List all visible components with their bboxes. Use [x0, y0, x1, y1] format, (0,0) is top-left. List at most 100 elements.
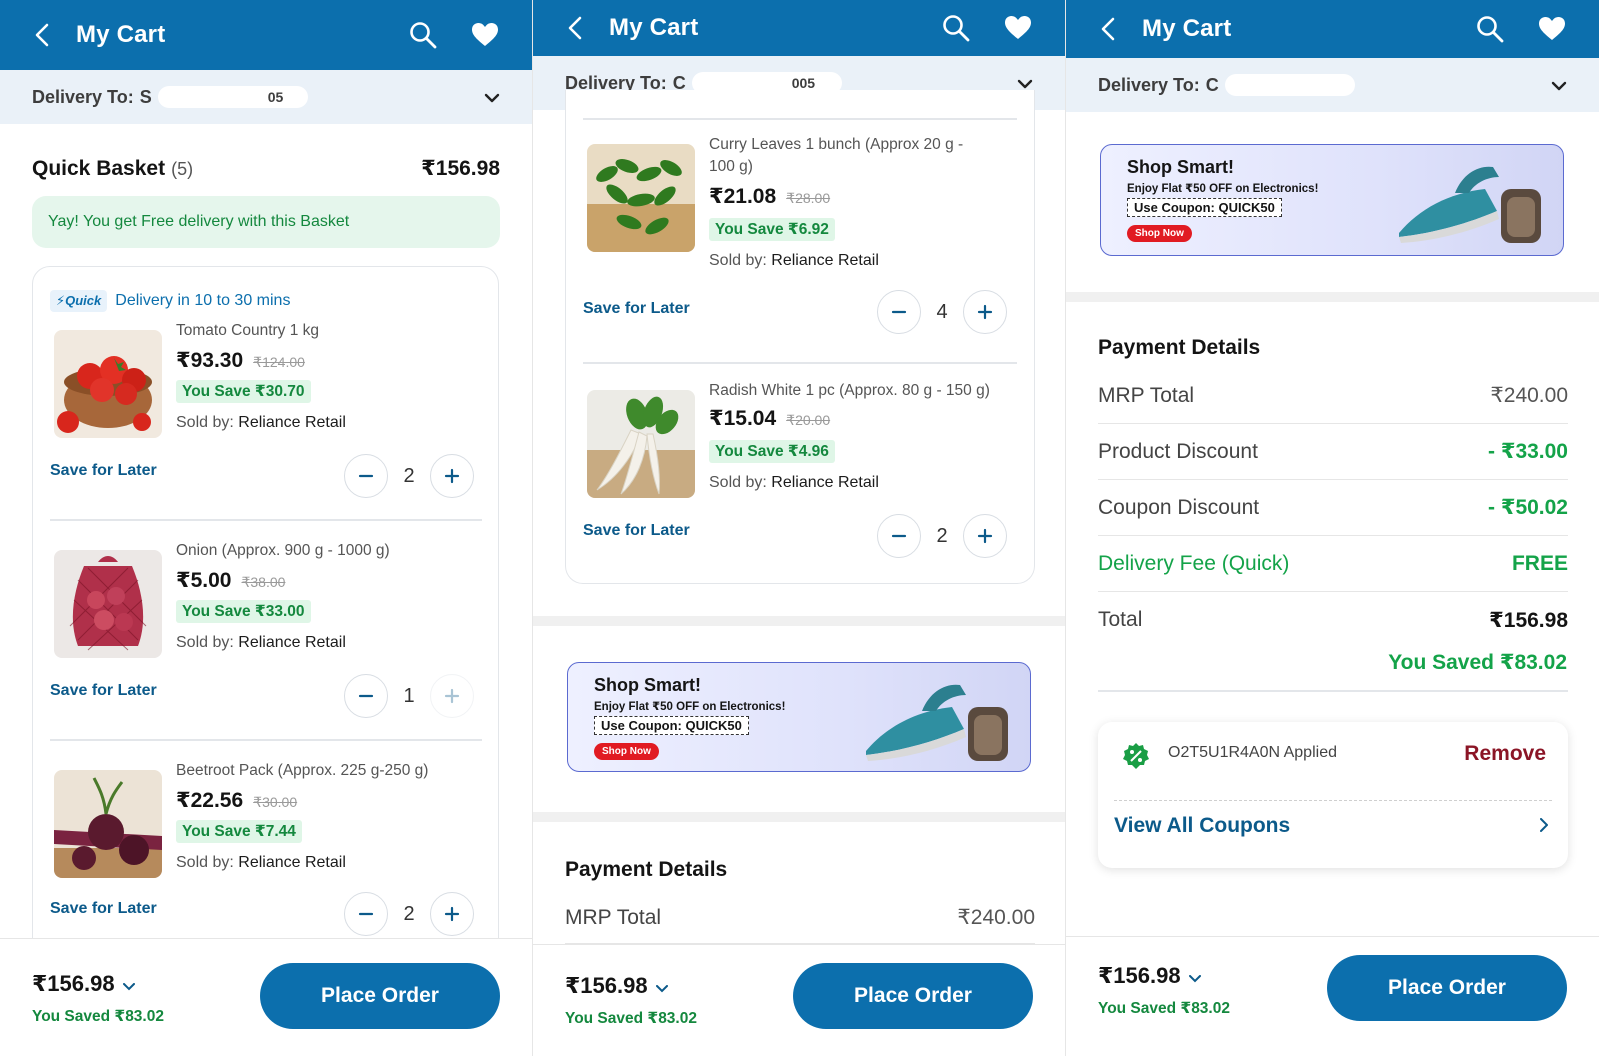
- free-delivery-banner: Yay! You get Free delivery with this Bas…: [32, 196, 500, 248]
- chevron-down-icon[interactable]: [1551, 75, 1567, 96]
- basket-count: (5): [171, 159, 194, 179]
- shop-now-button[interactable]: Shop Now: [1127, 225, 1192, 242]
- mrp-total-row: MRP Total ₹240.00: [1098, 368, 1568, 424]
- delivery-fee-label: Delivery Fee (Quick): [1098, 551, 1290, 575]
- back-arrow-icon[interactable]: [561, 14, 589, 42]
- chevron-down-icon[interactable]: [484, 87, 500, 108]
- payment-divider: [1098, 690, 1568, 692]
- delivery-address-tail: 05: [267, 89, 284, 105]
- item-mrp: ₹30.00: [253, 794, 298, 810]
- shop-now-button[interactable]: Shop Now: [594, 743, 659, 760]
- item-divider: [583, 118, 1017, 120]
- cart-item-radish: Radish White 1 pc (Approx. 80 g - 150 g)…: [583, 382, 1027, 570]
- save-for-later-link[interactable]: Save for Later: [50, 900, 157, 918]
- app-header: My Cart: [533, 0, 1065, 56]
- increase-quantity-button[interactable]: [430, 454, 474, 498]
- sold-by-label: Sold by:: [176, 414, 234, 431]
- view-all-coupons-link[interactable]: View All Coupons: [1114, 814, 1290, 838]
- quantity-stepper: 1: [344, 674, 474, 718]
- footer-total[interactable]: ₹156.98: [565, 973, 668, 999]
- search-icon[interactable]: [941, 13, 971, 43]
- chevron-down-icon: [122, 971, 135, 997]
- cart-screen-2: My Cart Delivery To: C 005 Curry Leaves …: [533, 0, 1066, 1056]
- curry-leaves-image: [587, 144, 695, 252]
- decrease-quantity-button[interactable]: [877, 514, 921, 558]
- seller-name: Reliance Retail: [771, 474, 879, 491]
- item-price: ₹93.30 ₹124.00: [176, 348, 305, 373]
- delivery-label: Delivery To:: [1098, 74, 1200, 95]
- quantity-stepper: 2: [877, 514, 1007, 558]
- back-arrow-icon[interactable]: [28, 21, 56, 49]
- save-for-later-link[interactable]: Save for Later: [583, 300, 690, 318]
- delivery-time: Delivery in 10 to 30 mins: [115, 292, 291, 309]
- coupon-card: O2T5U1R4A0N Applied Remove View All Coup…: [1098, 722, 1568, 868]
- delivery-address-partial: S: [139, 86, 152, 107]
- promo-banner[interactable]: Shop Smart! Enjoy Flat ₹50 OFF on Electr…: [1100, 144, 1564, 256]
- delivery-label: Delivery To:: [32, 86, 134, 107]
- increase-quantity-button[interactable]: [430, 892, 474, 936]
- increase-quantity-button[interactable]: [430, 674, 474, 718]
- quantity-stepper: 4: [877, 290, 1007, 334]
- item-price-value: ₹93.30: [176, 349, 244, 372]
- beetroot-image: [54, 770, 162, 878]
- decrease-quantity-button[interactable]: [877, 290, 921, 334]
- sold-by-label: Sold by:: [709, 474, 767, 491]
- wishlist-heart-icon[interactable]: [1003, 13, 1033, 43]
- seller-name: Reliance Retail: [238, 414, 346, 431]
- item-price-value: ₹22.56: [176, 789, 244, 812]
- place-order-button[interactable]: Place Order: [1327, 955, 1567, 1021]
- wishlist-heart-icon[interactable]: [470, 20, 500, 50]
- wishlist-heart-icon[interactable]: [1537, 14, 1567, 44]
- seller-name: Reliance Retail: [771, 252, 879, 269]
- app-header: My Cart: [0, 0, 532, 70]
- coupon-discount-value: - ₹50.02: [1488, 496, 1568, 519]
- delivery-address-partial: C: [1205, 74, 1219, 95]
- footer-total[interactable]: ₹156.98: [32, 971, 135, 997]
- save-for-later-link[interactable]: Save for Later: [50, 462, 157, 480]
- item-price: ₹15.04 ₹20.00: [709, 406, 830, 431]
- cart-screen-3: My Cart Delivery To: C Shop Smart! Enjoy…: [1066, 0, 1599, 1056]
- chevron-right-icon[interactable]: [1540, 818, 1549, 837]
- delivery-address-bar[interactable]: Delivery To: S 05: [0, 70, 532, 124]
- item-price: ₹21.08 ₹28.00: [709, 184, 830, 209]
- footer-total[interactable]: ₹156.98: [1098, 963, 1201, 989]
- item-seller: Sold by: Reliance Retail: [176, 634, 346, 652]
- coupon-discount-label: Coupon Discount: [1098, 495, 1260, 519]
- delivery-address-bar[interactable]: Delivery To: C: [1066, 58, 1599, 112]
- save-for-later-link[interactable]: Save for Later: [50, 682, 157, 700]
- mrp-total-row: MRP Total ₹240.00: [565, 892, 1035, 944]
- save-for-later-link[interactable]: Save for Later: [583, 522, 690, 540]
- place-order-button[interactable]: Place Order: [260, 963, 500, 1029]
- back-arrow-icon[interactable]: [1094, 15, 1122, 43]
- promo-subtext: Enjoy Flat ₹50 OFF on Electronics!: [594, 701, 786, 713]
- promo-banner[interactable]: Shop Smart! Enjoy Flat ₹50 OFF on Electr…: [567, 662, 1031, 772]
- footer-saved: You Saved ₹83.02: [565, 1010, 697, 1027]
- payment-saved: You Saved ₹83.02: [1388, 651, 1567, 674]
- decrease-quantity-button[interactable]: [344, 892, 388, 936]
- mrp-total-value: ₹240.00: [1490, 384, 1568, 407]
- delivery-address-tail: 005: [791, 75, 816, 91]
- place-order-button[interactable]: Place Order: [793, 963, 1033, 1029]
- basket-total: ₹156.98: [421, 157, 500, 180]
- increase-quantity-button[interactable]: [963, 514, 1007, 558]
- total-row: Total ₹156.98: [1098, 592, 1568, 648]
- decrease-quantity-button[interactable]: [344, 454, 388, 498]
- remove-coupon-button[interactable]: Remove: [1464, 742, 1546, 766]
- item-mrp: ₹20.00: [786, 412, 831, 428]
- section-separator: [533, 616, 1065, 626]
- promo-subtext: Enjoy Flat ₹50 OFF on Electronics!: [1127, 183, 1319, 195]
- decrease-quantity-button[interactable]: [344, 674, 388, 718]
- item-divider: [583, 362, 1017, 364]
- item-name: Radish White 1 pc (Approx. 80 g - 150 g): [709, 382, 990, 399]
- cart-item-beetroot: Beetroot Pack (Approx. 225 g-250 g) ₹22.…: [50, 762, 484, 950]
- quantity-stepper: 2: [344, 892, 474, 936]
- increase-quantity-button[interactable]: [963, 290, 1007, 334]
- search-icon[interactable]: [1475, 14, 1505, 44]
- coupon-discount-row: Coupon Discount - ₹50.02: [1098, 480, 1568, 536]
- delivery-fee-row: Delivery Fee (Quick) FREE: [1098, 536, 1568, 592]
- page-title: My Cart: [609, 14, 699, 41]
- product-discount-label: Product Discount: [1098, 439, 1258, 463]
- item-save-badge: You Save ₹7.44: [176, 820, 302, 843]
- search-icon[interactable]: [408, 20, 438, 50]
- coupon-dashed-divider: [1114, 800, 1552, 801]
